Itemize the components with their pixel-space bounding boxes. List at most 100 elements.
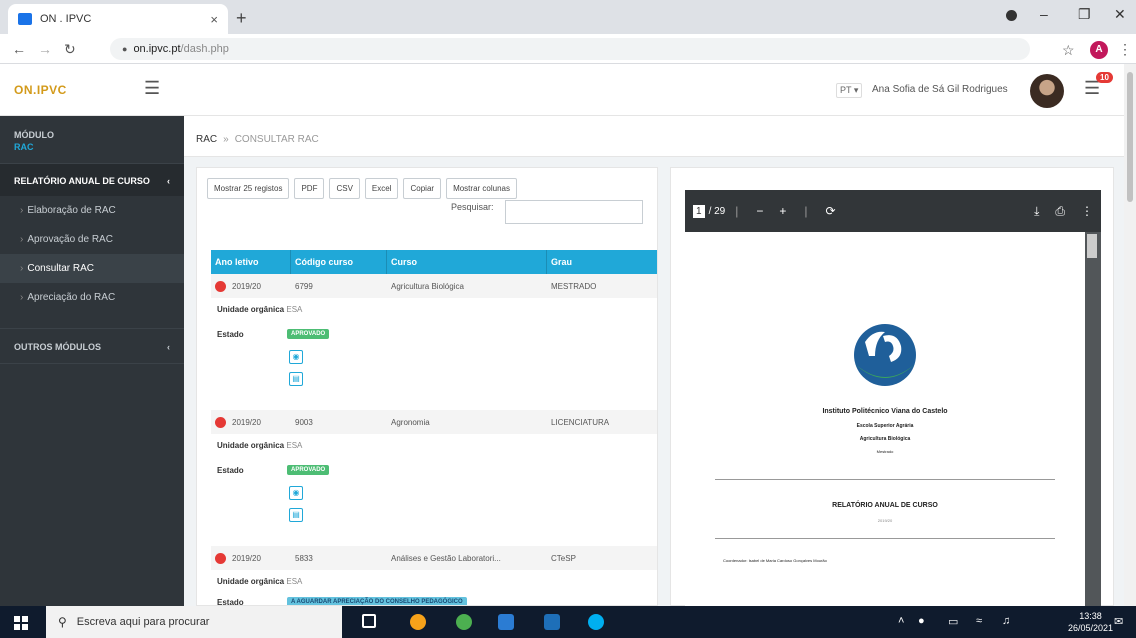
cell-curso: Agricultura Biológica <box>391 281 464 291</box>
cell-grau: CTeSP <box>551 553 576 563</box>
unidade-value: ESA <box>286 305 303 314</box>
bullet-icon: › <box>20 205 24 216</box>
export-toolbar: Mostrar 25 registos PDF CSV Excel Copiar… <box>207 178 517 199</box>
search-input[interactable] <box>505 200 643 224</box>
cell-codigo: 6799 <box>295 281 313 291</box>
tray-app-icon[interactable]: ● <box>918 615 925 627</box>
minimize-icon[interactable]: – <box>1040 6 1048 22</box>
pdf-school: Escola Superior Agrária <box>856 423 914 429</box>
clock-date: 26/05/2021 <box>1068 623 1114 633</box>
taskbar-clock[interactable]: 13:38 26/05/2021 <box>1068 610 1113 634</box>
windows-start-icon[interactable] <box>14 616 28 630</box>
cell-curso: Agronomia <box>391 417 430 427</box>
browser-tab[interactable]: ON . IPVC × <box>8 4 228 34</box>
chrome-icon[interactable] <box>456 614 472 630</box>
view-eye-icon[interactable]: ◉ <box>289 486 303 500</box>
expand-row-icon[interactable] <box>215 552 226 564</box>
outlook-icon[interactable] <box>544 614 560 630</box>
expand-row-icon[interactable] <box>215 416 226 428</box>
window-close-icon[interactable]: ✕ <box>1114 6 1126 23</box>
cell-grau: LICENCIATURA <box>551 417 610 427</box>
tab-close-icon[interactable]: × <box>210 12 218 27</box>
zoom-in-icon[interactable]: + <box>779 204 786 218</box>
zoom-out-icon[interactable]: − <box>756 204 763 218</box>
windows-taskbar: ⚲ Escreva aqui para procurar ˄ ● ▭ ≈ ♫ 1… <box>0 606 1136 638</box>
sidebar-item-elaboracao[interactable]: › Elaboração de RAC <box>0 196 184 225</box>
profile-avatar[interactable]: A <box>1090 41 1108 59</box>
bookmark-star-icon[interactable]: ☆ <box>1062 42 1075 59</box>
column-header-grau[interactable]: Grau <box>547 250 657 274</box>
new-tab-button[interactable]: + <box>236 8 247 29</box>
document-icon[interactable]: ▤ <box>289 508 303 522</box>
excel-button[interactable]: Excel <box>364 178 399 199</box>
user-avatar[interactable] <box>1030 74 1064 108</box>
print-icon[interactable]: ⎙ <box>1055 204 1065 219</box>
more-options-icon[interactable]: ⋮ <box>1081 204 1093 218</box>
pdf-button[interactable]: PDF <box>294 178 325 199</box>
url-path: /dash.php <box>180 43 229 55</box>
view-eye-icon[interactable]: ◉ <box>289 350 303 364</box>
column-header-ano[interactable]: Ano letivo <box>211 250 291 274</box>
show-entries-button[interactable]: Mostrar 25 registos <box>207 178 290 199</box>
back-icon[interactable]: ← <box>12 41 26 57</box>
address-bar-row: ← → ↻ ● on.ipvc.pt /dash.php ☆ A ⋮ <box>0 34 1136 64</box>
status-badge: APROVADO <box>287 465 330 475</box>
sidebar-outros-modulos[interactable]: OUTROS MÓDULOS ‹ <box>0 328 184 364</box>
chevron-left-icon: ‹ <box>167 342 170 352</box>
download-icon[interactable]: ⤓ <box>1034 204 1039 219</box>
cell-grau: MESTRADO <box>551 281 597 291</box>
table-row[interactable]: 2019/20 9003 Agronomia LICENCIATURA <box>211 410 657 434</box>
skype-icon[interactable] <box>588 614 604 630</box>
pdf-body[interactable]: Instituto Politécnico Viana do Castelo E… <box>685 232 1101 607</box>
sidebar-item-label: Aprovação de RAC <box>27 234 113 245</box>
hamburger-menu-icon[interactable]: ☰ <box>144 78 160 99</box>
expand-row-icon[interactable] <box>215 280 226 292</box>
forward-icon[interactable]: → <box>38 41 52 57</box>
breadcrumb-root[interactable]: RAC <box>196 134 217 145</box>
reload-icon[interactable]: ↻ <box>64 41 76 58</box>
site-favicon-icon <box>18 13 32 25</box>
column-visibility-button[interactable]: Mostrar colunas <box>446 178 517 199</box>
pdf-scrollbar[interactable] <box>1087 234 1097 258</box>
pdf-degree: Mestrado <box>876 449 894 454</box>
tray-expand-icon[interactable]: ˄ <box>898 615 904 627</box>
table-row[interactable]: 2019/20 5833 Análises e Gestão Laborator… <box>211 546 657 570</box>
battery-icon[interactable]: ▭ <box>948 615 958 628</box>
network-icon[interactable]: ≈ <box>976 615 982 627</box>
maximize-icon[interactable]: ❐ <box>1078 6 1091 23</box>
firefox-icon[interactable] <box>410 614 426 630</box>
sidebar-section-rac[interactable]: RELATÓRIO ANUAL DE CURSO ‹ <box>0 164 184 196</box>
taskbar-search-input[interactable]: ⚲ Escreva aqui para procurar <box>46 606 342 638</box>
unidade-value: ESA <box>286 577 303 586</box>
bullet-icon: › <box>20 263 24 274</box>
unidade-label: Unidade orgânica <box>217 577 285 586</box>
language-selector[interactable]: PT ▾ <box>836 83 863 98</box>
estado-label: Estado <box>217 330 244 339</box>
task-view-icon[interactable] <box>362 614 376 628</box>
brand-logo[interactable]: ON.IPVC <box>14 83 67 97</box>
page-scrollbar-thumb[interactable] <box>1127 72 1133 202</box>
notification-center-icon[interactable]: ✉ <box>1114 615 1123 628</box>
sidebar-item-aprovacao[interactable]: › Aprovação de RAC <box>0 225 184 254</box>
url-host: on.ipvc.pt <box>133 43 181 55</box>
sidebar: MÓDULO RAC RELATÓRIO ANUAL DE CURSO ‹ › E… <box>0 116 184 606</box>
pdf-page-input[interactable]: 1 <box>693 204 705 218</box>
volume-icon[interactable]: ♫ <box>1002 615 1010 627</box>
url-input[interactable]: ● on.ipvc.pt /dash.php <box>110 38 1030 60</box>
copy-button[interactable]: Copiar <box>403 178 442 199</box>
sidebar-item-consultar[interactable]: › Consultar RAC <box>0 254 184 283</box>
document-icon[interactable]: ▤ <box>289 372 303 386</box>
breadcrumb: RAC » CONSULTAR RAC <box>196 134 319 145</box>
column-header-curso[interactable]: Curso <box>387 250 547 274</box>
cell-ano-value: 2019/20 <box>232 417 261 427</box>
breadcrumb-separator: » <box>223 134 229 145</box>
sidebar-item-apreciacao[interactable]: › Apreciação do RAC <box>0 283 184 312</box>
table-row[interactable]: 2019/20 6799 Agricultura Biológica MESTR… <box>211 274 657 298</box>
user-name[interactable]: Ana Sofia de Sá Gil Rodrigues <box>872 84 1008 95</box>
browser-menu-icon[interactable]: ⋮ <box>1118 41 1132 58</box>
rotate-icon[interactable]: ⟳ <box>826 204 836 218</box>
rac-table-card: Mostrar 25 registos PDF CSV Excel Copiar… <box>196 167 658 606</box>
column-header-codigo[interactable]: Código curso <box>291 250 387 274</box>
csv-button[interactable]: CSV <box>329 178 360 199</box>
word-icon[interactable] <box>498 614 514 630</box>
